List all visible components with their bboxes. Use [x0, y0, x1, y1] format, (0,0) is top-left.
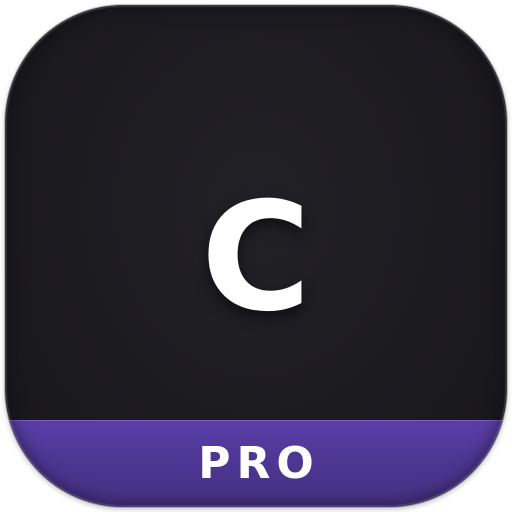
app-logo-letter: C — [200, 171, 312, 345]
app-icon[interactable]: C PRO — [5, 5, 507, 507]
pro-badge-label: PRO — [198, 438, 320, 489]
icon-canvas: C PRO — [0, 0, 512, 512]
pro-badge-band: PRO — [5, 420, 507, 507]
